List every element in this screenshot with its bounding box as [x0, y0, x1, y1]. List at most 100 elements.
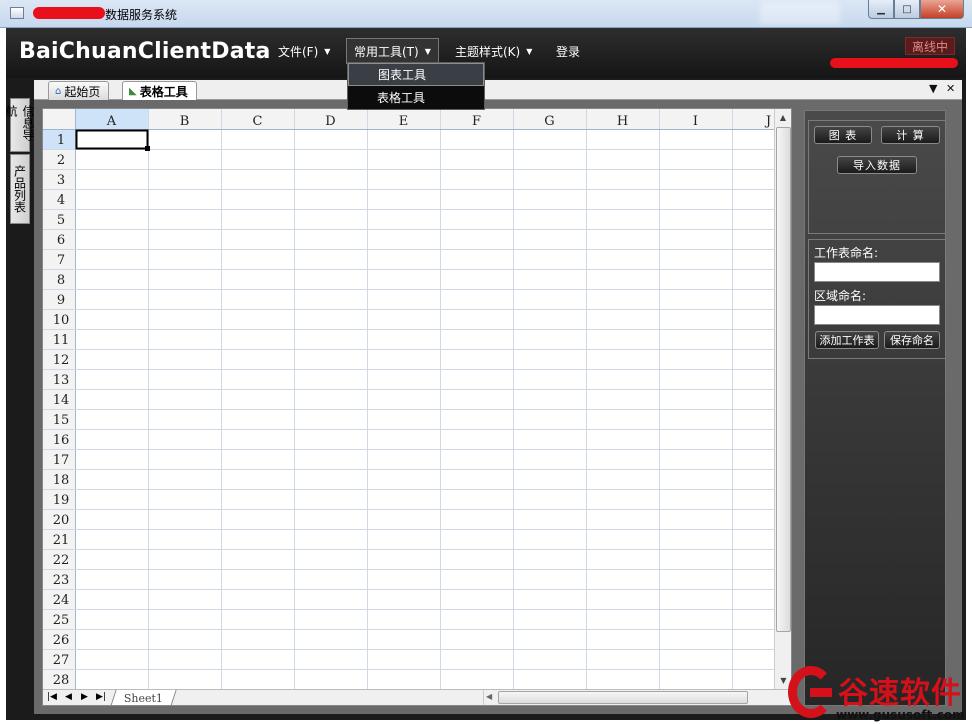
column-header-D[interactable]: D: [325, 114, 335, 129]
menu-theme-label: 主题样式(K): [455, 44, 521, 59]
sheet-name-label: 工作表命名:: [814, 246, 879, 260]
spreadsheet-grid[interactable]: A B C D E F G H I J123456789101112131415161718192…: [43, 109, 774, 689]
tab-close-icon[interactable]: ✕: [946, 82, 955, 95]
row-header-18[interactable]: 18: [53, 473, 70, 488]
row-header-6[interactable]: 6: [57, 233, 65, 248]
watermark-text: 谷速软件: [838, 676, 962, 711]
column-header-G[interactable]: G: [544, 114, 554, 129]
menu-theme[interactable]: 主题样式(K) ▼: [447, 38, 540, 64]
row-header-13[interactable]: 13: [53, 373, 70, 388]
menu-tools-label: 常用工具(T): [354, 44, 419, 59]
column-header-I[interactable]: I: [693, 114, 698, 129]
menu-bar: BaiChuanClientData 文件(F) ▼ 常用工具(T) ▼ 主题样…: [6, 28, 966, 78]
vertical-scrollbar[interactable]: ▲ ▼: [774, 109, 791, 689]
row-header-26[interactable]: 26: [53, 633, 70, 648]
hscroll-thumb[interactable]: [498, 691, 748, 704]
row-header-22[interactable]: 22: [53, 553, 70, 568]
row-header-9[interactable]: 9: [57, 293, 65, 308]
tools-dropdown: 图表工具 表格工具: [347, 62, 485, 110]
row-header-15[interactable]: 15: [53, 413, 70, 428]
chart-button[interactable]: 图 表: [814, 126, 872, 144]
menu-login[interactable]: 登录: [548, 38, 588, 64]
row-header-23[interactable]: 23: [53, 573, 70, 588]
menu-file-label: 文件(F): [278, 44, 319, 59]
import-data-button[interactable]: 导入数据: [837, 156, 917, 174]
row-header-11[interactable]: 11: [53, 333, 70, 348]
chevron-down-icon: ▼: [424, 46, 431, 56]
sheet-tab-bar: |◀ ◀ ▶ ▶| Sheet1 ◀: [43, 689, 791, 705]
row-header-21[interactable]: 21: [53, 533, 70, 548]
menu-file[interactable]: 文件(F) ▼: [270, 38, 338, 64]
column-header-bar: [43, 109, 774, 129]
left-tab-product-list[interactable]: 产品列表: [10, 154, 30, 224]
tab-label: 表格工具: [139, 84, 188, 99]
scroll-up-icon[interactable]: ▲: [775, 109, 791, 126]
row-header-2[interactable]: 2: [57, 153, 65, 168]
row-header-19[interactable]: 19: [53, 493, 70, 508]
app-icon: [10, 7, 24, 19]
logo-icon-bar: [810, 688, 832, 697]
left-tab-info-nav[interactable]: 信息导航: [4, 98, 35, 152]
scroll-thumb[interactable]: [776, 127, 791, 632]
menu-tools[interactable]: 常用工具(T) ▼: [346, 38, 439, 64]
row-header-7[interactable]: 7: [57, 253, 65, 268]
row-header-8[interactable]: 8: [57, 273, 65, 288]
menu-login-label: 登录: [556, 44, 581, 59]
tab-start-page[interactable]: ⌂ 起始页: [48, 81, 110, 100]
window-titlebar: 数据服务系统 ▁ □ ✕: [0, 0, 972, 28]
range-name-label: 区域命名:: [814, 289, 867, 303]
column-header-B[interactable]: B: [180, 114, 190, 129]
row-header-25[interactable]: 25: [53, 613, 70, 628]
watermark-url: www.gususoft.com: [836, 708, 965, 722]
row-header-3[interactable]: 3: [57, 173, 65, 188]
tab-label: 起始页: [64, 84, 101, 99]
left-tab-bar: 信息导航 产品列表: [4, 98, 35, 226]
sheet-tab-sheet1[interactable]: Sheet1: [110, 690, 177, 705]
scroll-left-icon[interactable]: ◀: [486, 692, 492, 701]
document-tab-strip: ⌂ 起始页 ◣ 表格工具 ▼ ✕: [34, 80, 962, 100]
row-header-5[interactable]: 5: [57, 213, 65, 228]
row-header-1[interactable]: 1: [57, 133, 65, 148]
row-header-4[interactable]: 4: [57, 193, 65, 208]
close-button[interactable]: ✕: [920, 0, 964, 19]
row-header-14[interactable]: 14: [53, 393, 70, 408]
column-header-H[interactable]: H: [617, 114, 628, 129]
row-header-24[interactable]: 24: [53, 593, 70, 608]
selected-cell-A1[interactable]: [75, 129, 149, 150]
titlebar-glass: [760, 2, 840, 24]
tab-list-dropdown-icon[interactable]: ▼: [929, 82, 937, 95]
row-header-17[interactable]: 17: [53, 453, 70, 468]
calculate-button[interactable]: 计 算: [881, 126, 940, 144]
prev-sheet-icon[interactable]: ◀: [65, 692, 72, 702]
row-header-16[interactable]: 16: [53, 433, 70, 448]
redaction-mark: [33, 7, 105, 19]
row-header-20[interactable]: 20: [53, 513, 70, 528]
next-sheet-icon[interactable]: ▶: [81, 692, 88, 702]
sheet-name-input[interactable]: [814, 262, 940, 282]
home-icon: ⌂: [55, 85, 62, 97]
column-header-A[interactable]: A: [106, 114, 117, 129]
first-sheet-icon[interactable]: |◀: [47, 692, 57, 702]
fill-handle[interactable]: [145, 146, 150, 151]
horizontal-scrollbar[interactable]: ◀: [483, 690, 791, 705]
column-header-E[interactable]: E: [399, 114, 409, 129]
last-sheet-icon[interactable]: ▶|: [96, 692, 106, 702]
chevron-down-icon: ▼: [324, 46, 331, 56]
spreadsheet[interactable]: A B C D E F G H I J 1 2 3 4 5 6 7 8 9 10 11 12 13 14 15 16 17 18 19 2…: [42, 108, 792, 706]
row-header-10[interactable]: 10: [53, 313, 70, 328]
save-name-button[interactable]: 保存命名: [884, 331, 940, 349]
row-header-28[interactable]: 28: [53, 673, 70, 688]
add-sheet-button[interactable]: 添加工作表: [815, 331, 879, 349]
range-name-input[interactable]: [814, 305, 940, 325]
column-header-C[interactable]: C: [253, 114, 263, 129]
column-header-F[interactable]: F: [472, 114, 481, 129]
row-header-27[interactable]: 27: [53, 653, 70, 668]
brand-title: BaiChuanClientData: [19, 39, 271, 64]
tab-table-tool[interactable]: ◣ 表格工具: [122, 81, 197, 100]
dropdown-item-table-tool[interactable]: 表格工具: [348, 86, 484, 109]
column-header-J[interactable]: J: [764, 114, 771, 129]
maximize-button[interactable]: □: [894, 0, 920, 19]
minimize-button[interactable]: ▁: [868, 0, 894, 19]
row-header-12[interactable]: 12: [53, 353, 70, 368]
dropdown-item-chart-tool[interactable]: 图表工具: [348, 63, 484, 86]
